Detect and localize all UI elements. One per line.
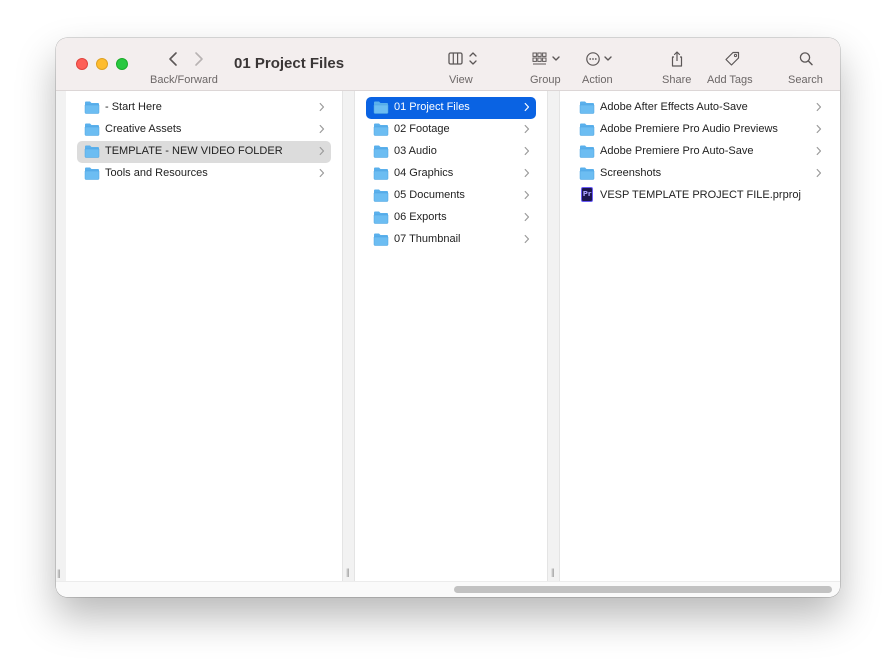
action-ellipsis-icon[interactable] xyxy=(584,50,616,68)
folder-icon xyxy=(373,145,389,158)
item-label: Adobe Premiere Pro Auto-Save xyxy=(600,145,754,157)
folder-row[interactable]: 07 Thumbnail xyxy=(366,229,536,251)
chevron-right-icon xyxy=(319,146,325,156)
folder-icon xyxy=(373,189,389,202)
group-label: Group xyxy=(530,74,561,86)
item-label: VESP TEMPLATE PROJECT FILE.prproj xyxy=(600,189,801,201)
tag-icon[interactable] xyxy=(723,50,741,68)
column-3[interactable]: Adobe After Effects Auto-Save Adobe Premi… xyxy=(560,91,840,581)
close-window-button[interactable] xyxy=(76,58,88,70)
chevron-right-icon xyxy=(524,124,530,134)
horizontal-scrollbar-thumb[interactable] xyxy=(454,586,832,593)
folder-icon xyxy=(84,123,100,136)
item-label: 07 Thumbnail xyxy=(394,233,461,245)
minimize-window-button[interactable] xyxy=(96,58,108,70)
item-label: 04 Graphics xyxy=(394,167,454,179)
view-label: View xyxy=(449,74,473,86)
folder-row[interactable]: Creative Assets xyxy=(77,119,331,141)
finder-window: Back/Forward 01 Project Files View Group… xyxy=(56,38,840,597)
folder-row[interactable]: 04 Graphics xyxy=(366,163,536,185)
item-label: Adobe Premiere Pro Audio Previews xyxy=(600,123,778,135)
item-label: 02 Footage xyxy=(394,123,450,135)
chevron-right-icon xyxy=(816,102,822,112)
item-label: - Start Here xyxy=(105,101,162,113)
folder-row[interactable]: Adobe Premiere Pro Audio Previews xyxy=(572,119,828,141)
folder-row[interactable]: 03 Audio xyxy=(366,141,536,163)
folder-icon xyxy=(373,123,389,136)
back-chevron-icon[interactable] xyxy=(166,50,182,68)
folder-row[interactable]: 02 Footage xyxy=(366,119,536,141)
search-icon[interactable] xyxy=(798,50,814,68)
action-label: Action xyxy=(582,74,613,86)
chevron-right-icon xyxy=(816,146,822,156)
item-label: Tools and Resources xyxy=(105,167,208,179)
item-label: 05 Documents xyxy=(394,189,465,201)
zoom-window-button[interactable] xyxy=(116,58,128,70)
item-label: Screenshots xyxy=(600,167,662,179)
folder-row[interactable]: Screenshots xyxy=(572,163,828,185)
folder-row[interactable]: - Start Here xyxy=(77,97,331,119)
folder-row[interactable]: Tools and Resources xyxy=(77,163,331,185)
folder-icon xyxy=(84,145,100,158)
chevron-right-icon xyxy=(319,124,325,134)
resize-grip-icon: || xyxy=(346,567,350,577)
chevron-right-icon xyxy=(524,234,530,244)
share-label: Share xyxy=(662,74,692,86)
chevron-right-icon xyxy=(319,168,325,178)
column-resize-handle[interactable]: || xyxy=(342,91,355,581)
folder-icon xyxy=(373,211,389,224)
column-2[interactable]: 01 Project Files 02 Footage 03 Audio 04 Gra… xyxy=(355,91,547,581)
chevron-right-icon xyxy=(524,146,530,156)
premiere-project-icon: Pr xyxy=(581,187,593,202)
folder-icon xyxy=(579,167,595,180)
column-1[interactable]: - Start Here Creative Assets TEMPLATE - NE… xyxy=(66,91,342,581)
folder-icon xyxy=(373,101,389,114)
folder-row[interactable]: 01 Project Files xyxy=(366,97,536,119)
back-forward-label: Back/Forward xyxy=(150,74,218,86)
chevron-right-icon xyxy=(524,190,530,200)
file-row[interactable]: Pr VESP TEMPLATE PROJECT FILE.prproj xyxy=(572,185,828,207)
folder-icon xyxy=(84,101,100,114)
item-label: Adobe After Effects Auto-Save xyxy=(600,101,748,113)
folder-icon xyxy=(84,167,100,180)
folder-icon xyxy=(373,233,389,246)
chevron-right-icon xyxy=(319,102,325,112)
item-label: TEMPLATE - NEW VIDEO FOLDER xyxy=(105,145,283,157)
folder-row[interactable]: TEMPLATE - NEW VIDEO FOLDER xyxy=(77,141,331,163)
item-label: 06 Exports xyxy=(394,211,447,223)
window-title: 01 Project Files xyxy=(234,55,345,72)
column-view-icon[interactable] xyxy=(446,50,480,68)
folder-row[interactable]: 06 Exports xyxy=(366,207,536,229)
share-icon[interactable] xyxy=(669,50,685,68)
folder-icon xyxy=(579,123,595,136)
toolbar: Back/Forward 01 Project Files View Group… xyxy=(56,38,840,91)
item-label: Creative Assets xyxy=(105,123,182,135)
resize-grip-icon: || xyxy=(551,567,555,577)
chevron-right-icon xyxy=(524,212,530,222)
chevron-right-icon xyxy=(816,168,822,178)
search-label: Search xyxy=(788,74,823,86)
folder-icon xyxy=(579,101,595,114)
folder-row[interactable]: 05 Documents xyxy=(366,185,536,207)
forward-chevron-icon[interactable] xyxy=(190,50,206,68)
folder-icon xyxy=(579,145,595,158)
chevron-right-icon xyxy=(524,168,530,178)
folder-row[interactable]: Adobe After Effects Auto-Save xyxy=(572,97,828,119)
column-resize-handle[interactable]: || xyxy=(547,91,560,581)
folder-row[interactable]: Adobe Premiere Pro Auto-Save xyxy=(572,141,828,163)
group-grid-icon[interactable] xyxy=(530,50,564,68)
chevron-right-icon xyxy=(816,124,822,134)
folder-icon xyxy=(373,167,389,180)
item-label: 03 Audio xyxy=(394,145,437,157)
item-label: 01 Project Files xyxy=(394,101,470,113)
chevron-right-icon xyxy=(524,102,530,112)
add-tags-label: Add Tags xyxy=(707,74,753,86)
